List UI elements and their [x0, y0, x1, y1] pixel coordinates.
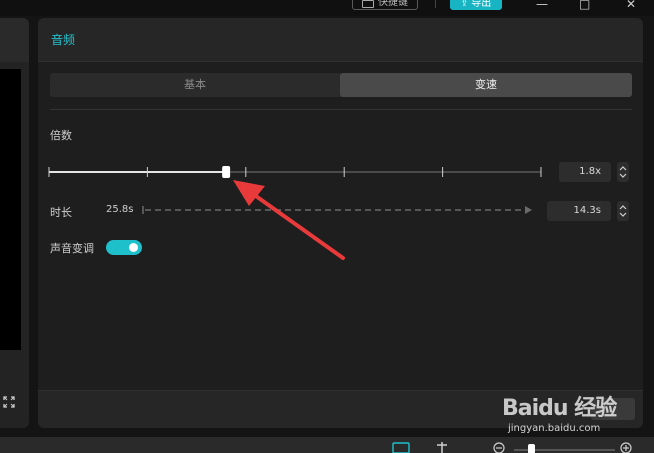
toolbar-divider [435, 0, 436, 8]
toggle-knob [129, 243, 138, 252]
pitch-label: 声音变调 [50, 242, 94, 255]
panel-footer [38, 390, 643, 428]
split-icon [437, 442, 447, 453]
zoom-slider-knob [528, 444, 535, 453]
divider [50, 109, 632, 110]
duration-stepper[interactable] [617, 201, 629, 221]
close-button[interactable]: ✕ [626, 0, 636, 11]
player-panel-header [0, 18, 29, 62]
multiplier-input[interactable]: 1.8x [559, 162, 611, 182]
shortcut-button[interactable]: 快捷键 [352, 0, 418, 10]
export-button[interactable]: ⇪ 导出 [450, 0, 502, 10]
multiplier-label: 倍数 [50, 129, 72, 142]
title-bar [0, 0, 654, 16]
panel-header [38, 18, 643, 62]
annotation-arrow [233, 180, 345, 260]
minimize-button[interactable]: — [536, 0, 548, 11]
pitch-toggle[interactable] [106, 240, 142, 255]
multiplier-stepper[interactable] [617, 162, 629, 182]
video-preview[interactable] [0, 69, 21, 350]
stepper-arrows-icon [619, 205, 627, 217]
shortcut-label: 快捷键 [378, 0, 408, 8]
reset-button[interactable] [591, 398, 635, 420]
export-label: 导出 [471, 0, 492, 9]
export-icon: ⇪ [460, 0, 469, 9]
original-duration: 25.8s [106, 204, 134, 215]
keyboard-icon [362, 0, 374, 8]
tab-basic[interactable]: 基本 [50, 73, 340, 97]
fullscreen-icon[interactable] [3, 396, 15, 408]
maximize-button[interactable]: □ [579, 0, 590, 11]
duration-label: 时长 [50, 206, 72, 219]
duration-input[interactable]: 14.3s [547, 201, 611, 221]
tab-bar: 基本 变速 [50, 73, 632, 97]
stepper-arrows-icon [619, 166, 627, 178]
timeline-controls [392, 442, 632, 453]
magnet-icon [392, 442, 410, 453]
tab-speed[interactable]: 变速 [340, 73, 632, 97]
panel-title: 音频 [51, 33, 76, 47]
